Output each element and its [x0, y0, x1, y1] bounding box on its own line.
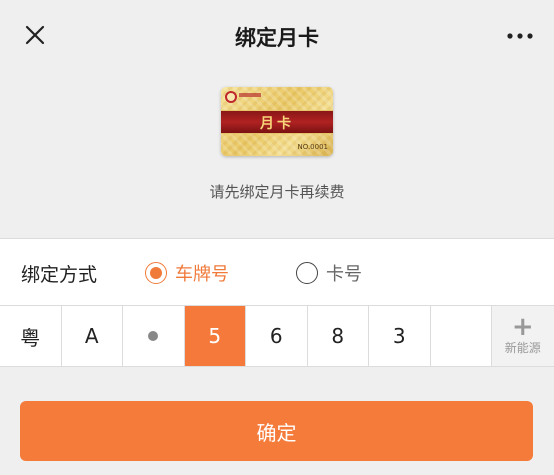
- separator-dot-icon: [148, 331, 159, 341]
- plate-cell-separator[interactable]: [123, 306, 185, 366]
- plate-cell-province[interactable]: 粤: [0, 306, 62, 366]
- monthly-card-image: 月卡 NO.0001: [221, 87, 333, 156]
- hint-text: 请先绑定月卡再续费: [209, 183, 345, 201]
- plate-input-row: 粤 A 5 6 8 3 + 新能源: [0, 306, 554, 367]
- binding-method-label: 绑定方式: [21, 264, 98, 286]
- confirm-button[interactable]: 确定: [20, 401, 533, 461]
- card-label: 月卡: [260, 116, 294, 132]
- plate-cell-empty[interactable]: [430, 306, 492, 366]
- binding-method-row: 绑定方式 车牌号 卡号: [0, 238, 554, 306]
- card-logo: [225, 91, 237, 103]
- card-number: NO.0001: [297, 143, 328, 151]
- plate-cell-letter[interactable]: A: [61, 306, 123, 366]
- plate-cell-digit[interactable]: 3: [369, 306, 431, 366]
- close-icon[interactable]: [20, 20, 50, 50]
- radio-plate-number[interactable]: 车牌号: [145, 260, 229, 286]
- radio-unchecked-icon[interactable]: [296, 262, 318, 284]
- page-title: 绑定月卡: [235, 26, 319, 50]
- radio-card-number[interactable]: 卡号: [296, 260, 362, 286]
- radio-plate-label: 车牌号: [175, 264, 229, 285]
- radio-checked-icon[interactable]: [145, 262, 167, 284]
- card-brand-mark: [239, 93, 261, 97]
- plus-icon: +: [511, 312, 534, 342]
- new-energy-button[interactable]: + 新能源: [492, 306, 554, 366]
- plate-cell-digit-active[interactable]: 5: [184, 306, 246, 366]
- radio-card-label: 卡号: [326, 264, 362, 285]
- new-energy-label: 新能源: [504, 341, 541, 355]
- plate-cell-digit[interactable]: 6: [246, 306, 308, 366]
- nav-bar: 绑定月卡: [0, 0, 554, 70]
- more-icon[interactable]: [504, 24, 536, 48]
- plate-cell-digit[interactable]: 8: [307, 306, 369, 366]
